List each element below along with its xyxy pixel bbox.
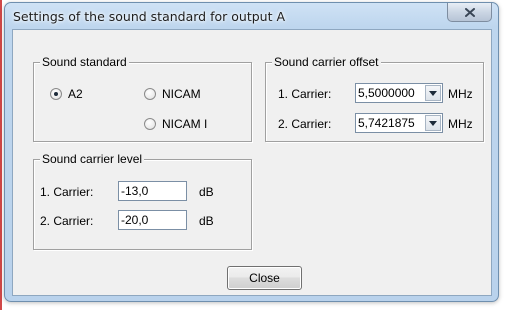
- radio-nicam-label: NICAM: [162, 87, 201, 101]
- level-carrier-1-input[interactable]: -13,0: [118, 181, 187, 201]
- settings-dialog: Settings of the sound standard for outpu…: [4, 2, 499, 302]
- offset-carrier-1-value: 5,5000000: [358, 86, 415, 100]
- close-x-icon: [464, 7, 475, 17]
- background-window-edge: [0, 0, 2, 310]
- sound-carrier-level-legend: Sound carrier level: [40, 152, 145, 166]
- level-carrier-1-label: 1. Carrier:: [40, 185, 94, 199]
- offset-carrier-1-select[interactable]: 5,5000000: [355, 83, 443, 103]
- dialog-body: Sound standard A2 NICAM NICAM I Sound ca…: [12, 29, 492, 296]
- title-bar[interactable]: Settings of the sound standard for outpu…: [5, 3, 498, 29]
- level-carrier-2-input[interactable]: -20,0: [118, 210, 187, 230]
- level-carrier-2-unit: dB: [199, 214, 214, 228]
- radio-nicam[interactable]: NICAM: [144, 87, 201, 101]
- dialog-title: Settings of the sound standard for outpu…: [13, 9, 285, 24]
- radio-nicam-i-indicator[interactable]: [144, 118, 156, 130]
- radio-a2-label: A2: [68, 87, 83, 101]
- chevron-down-icon: [429, 120, 437, 126]
- offset-carrier-1-dropdown-button[interactable]: [425, 85, 441, 101]
- sound-carrier-offset-legend: Sound carrier offset: [272, 55, 381, 69]
- offset-carrier-2-unit: MHz: [448, 117, 473, 131]
- offset-carrier-1-label: 1. Carrier:: [278, 87, 332, 101]
- sound-standard-group: Sound standard A2 NICAM NICAM I: [33, 55, 252, 142]
- close-button[interactable]: Close: [227, 266, 302, 290]
- level-carrier-2-label: 2. Carrier:: [40, 214, 94, 228]
- radio-a2-indicator[interactable]: [50, 88, 62, 100]
- offset-carrier-1-unit: MHz: [448, 87, 473, 101]
- sound-standard-legend: Sound standard: [40, 55, 129, 69]
- offset-carrier-2-select[interactable]: 5,7421875: [355, 113, 443, 133]
- window-close-button[interactable]: [447, 3, 492, 22]
- offset-carrier-2-value: 5,7421875: [358, 116, 415, 130]
- sound-carrier-offset-group: Sound carrier offset 1. Carrier: 5,50000…: [265, 55, 484, 142]
- radio-a2[interactable]: A2: [50, 87, 83, 101]
- radio-nicam-i-label: NICAM I: [162, 117, 208, 131]
- radio-nicam-indicator[interactable]: [144, 88, 156, 100]
- sound-carrier-level-group: Sound carrier level 1. Carrier: -13,0 dB…: [33, 152, 252, 250]
- radio-nicam-i[interactable]: NICAM I: [144, 117, 207, 131]
- chevron-down-icon: [429, 90, 437, 96]
- level-carrier-1-unit: dB: [199, 185, 214, 199]
- offset-carrier-2-dropdown-button[interactable]: [425, 115, 441, 131]
- offset-carrier-2-label: 2. Carrier:: [278, 117, 332, 131]
